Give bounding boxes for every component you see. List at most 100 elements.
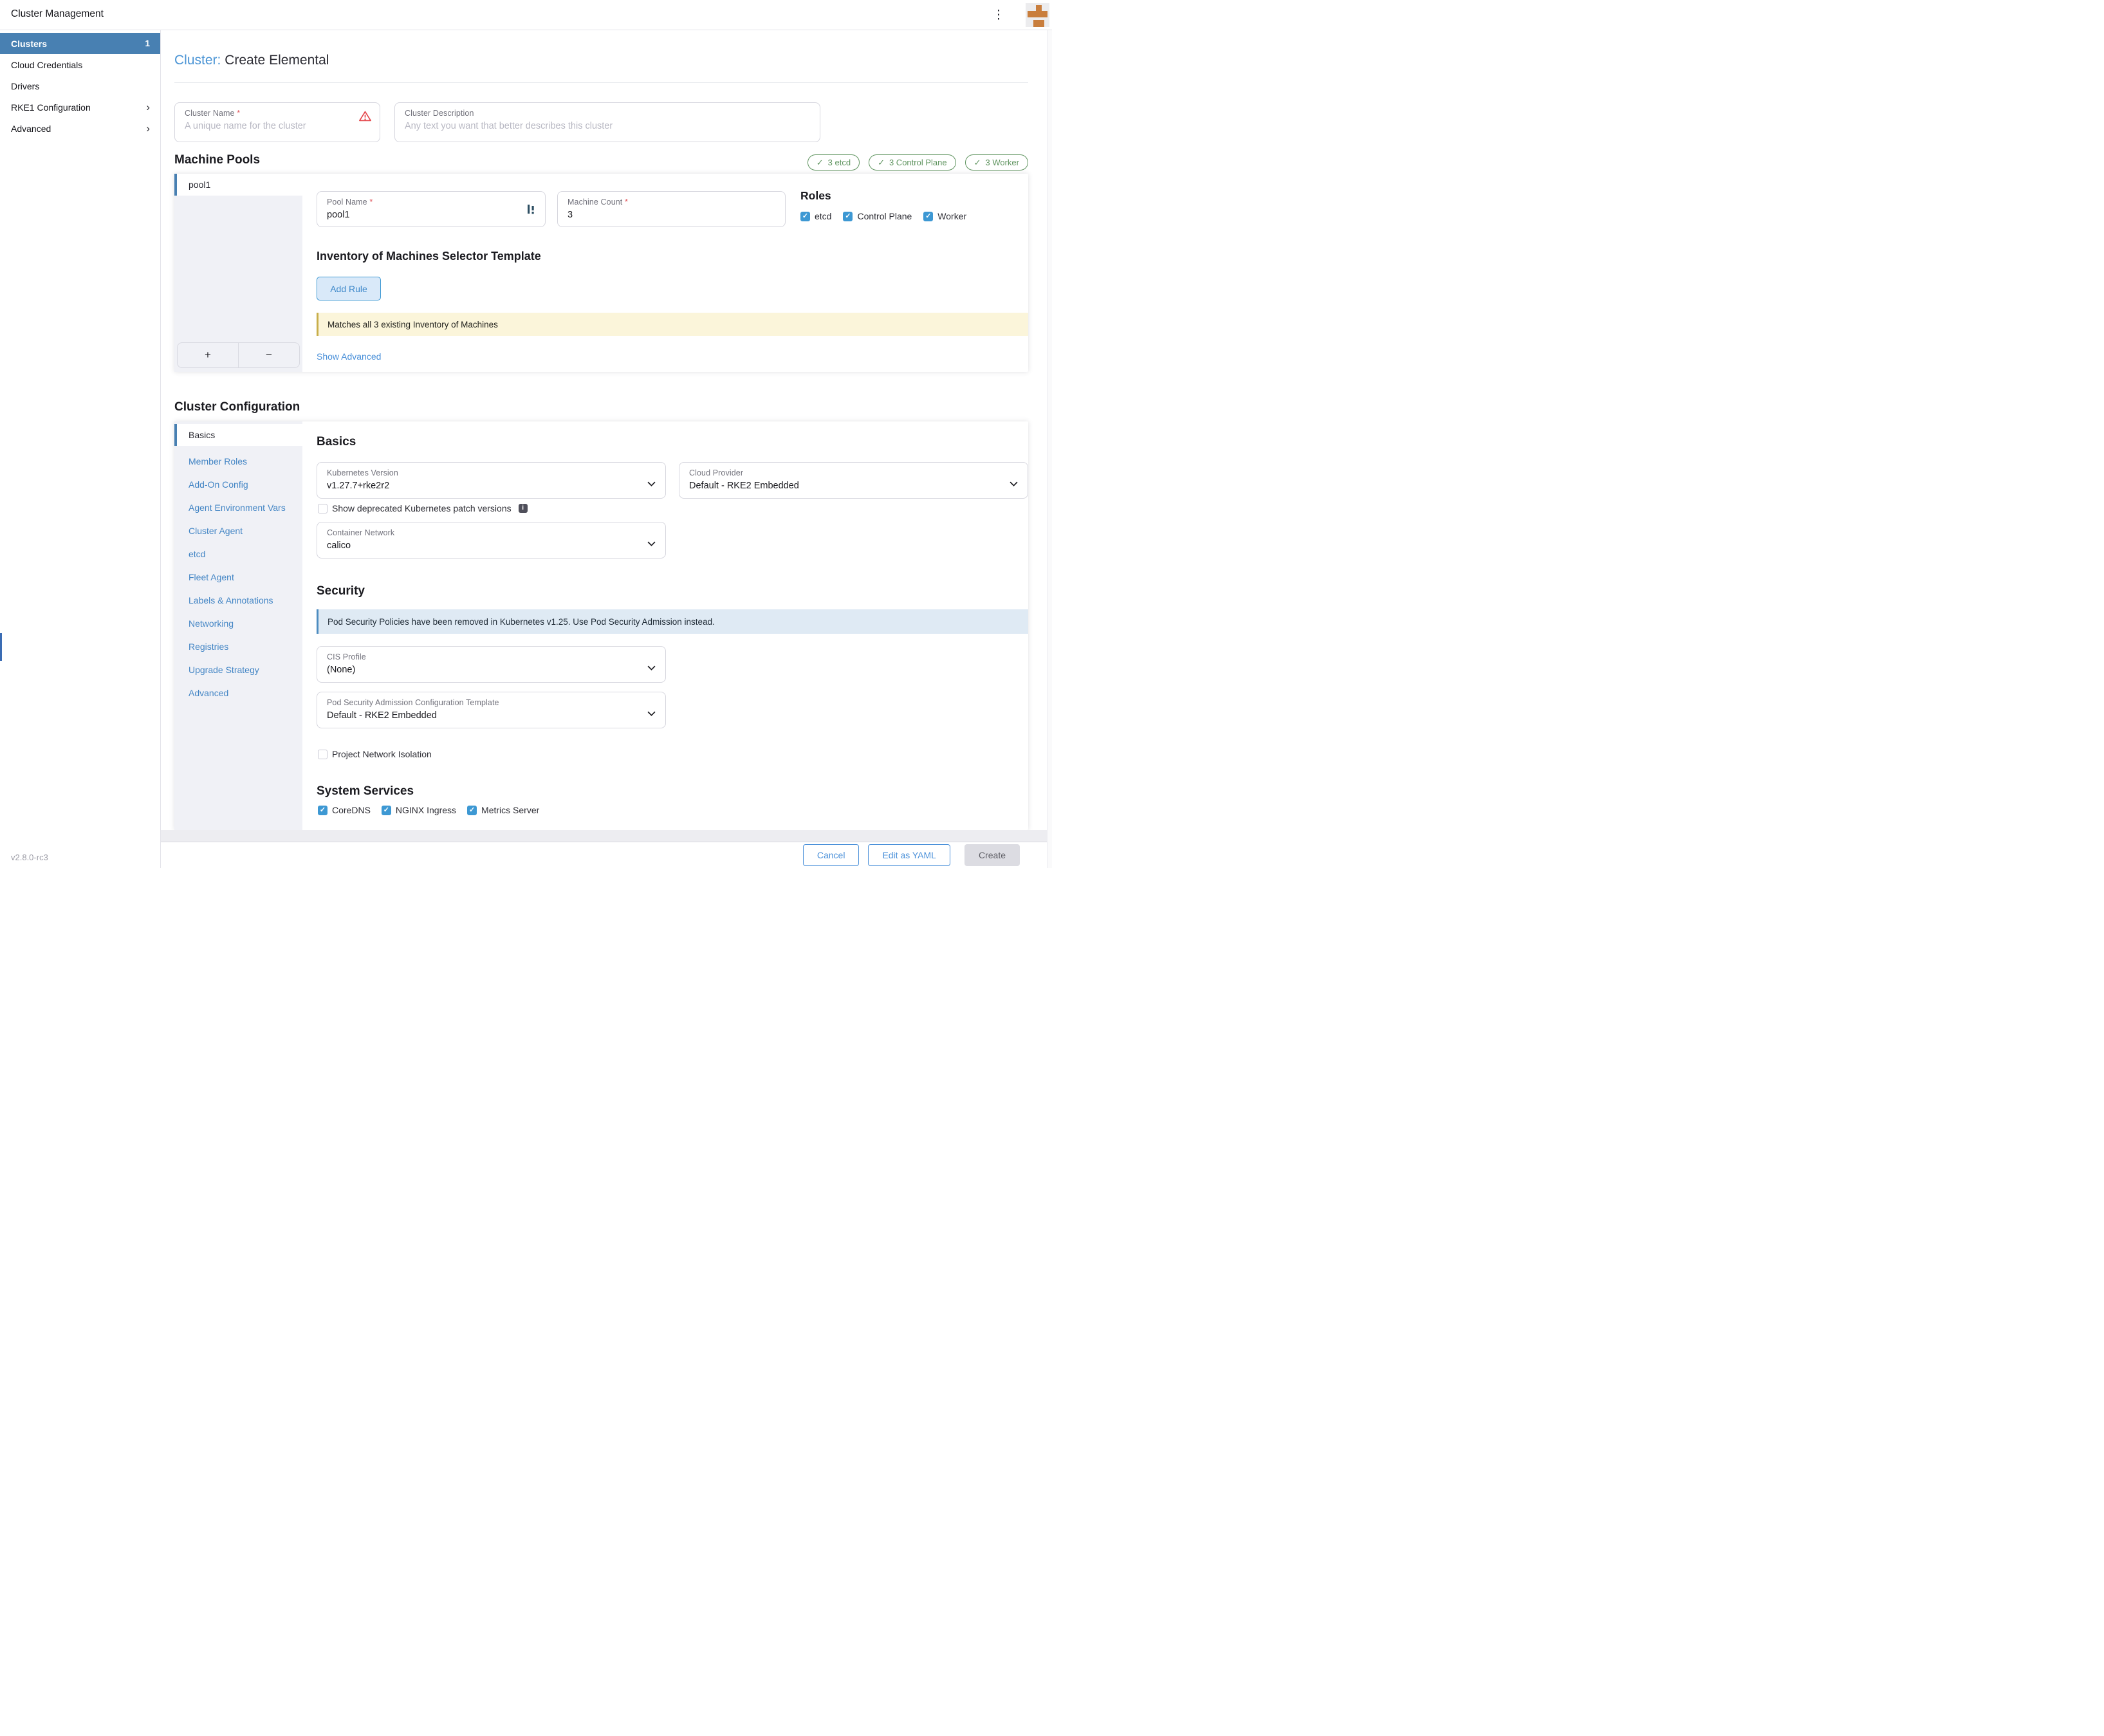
- edit-as-yaml-button[interactable]: Edit as YAML: [868, 844, 950, 866]
- config-tab-upgrade-strategy[interactable]: Upgrade Strategy: [174, 658, 302, 681]
- roles-checkboxes: etcd Control Plane Worker: [800, 211, 966, 221]
- cluster-name-field: Cluster Name *: [174, 102, 380, 142]
- avatar-shape: [1033, 20, 1044, 27]
- kubernetes-version-select[interactable]: Kubernetes Version v1.27.7+rke2r2: [317, 462, 666, 499]
- chevron-down-icon: [647, 708, 656, 719]
- checkbox-checked-icon[interactable]: [800, 212, 810, 221]
- role-control-plane-checkbox[interactable]: Control Plane: [843, 211, 912, 221]
- config-tab-add-on-config[interactable]: Add-On Config: [174, 473, 302, 496]
- sidebar-item-label: RKE1 Configuration: [11, 102, 91, 113]
- cis-profile-label: CIS Profile: [327, 652, 656, 661]
- config-tab-labels-annotations[interactable]: Labels & Annotations: [174, 589, 302, 612]
- sidebar-item-drivers[interactable]: Drivers: [0, 75, 160, 97]
- app-title: Cluster Management: [11, 8, 104, 20]
- kebab-menu-icon[interactable]: ⋮: [992, 8, 1005, 23]
- kubernetes-version-label: Kubernetes Version: [327, 468, 656, 477]
- sidebar-item-cloud-credentials[interactable]: Cloud Credentials: [0, 54, 160, 75]
- machine-pools-card: pool1 + − Pool Name * Machine Count * Ro…: [174, 174, 1028, 372]
- coredns-checkbox[interactable]: CoreDNS: [318, 805, 371, 815]
- machine-count-field: Machine Count *: [557, 191, 786, 227]
- required-mark: *: [237, 109, 240, 118]
- config-tab-basics[interactable]: Basics: [174, 424, 302, 446]
- system-services-heading: System Services: [317, 784, 414, 799]
- nginx-ingress-checkbox[interactable]: NGINX Ingress: [382, 805, 456, 815]
- config-tab-cluster-agent[interactable]: Cluster Agent: [174, 519, 302, 542]
- matches-banner: Matches all 3 existing Inventory of Mach…: [317, 313, 1028, 336]
- pool-name-input[interactable]: [327, 210, 536, 220]
- metrics-server-checkbox[interactable]: Metrics Server: [467, 805, 539, 815]
- cis-profile-select[interactable]: CIS Profile (None): [317, 646, 666, 683]
- sidebar-item-advanced[interactable]: Advanced ›: [0, 118, 160, 139]
- config-tab-advanced[interactable]: Advanced: [174, 681, 302, 705]
- info-icon[interactable]: i: [519, 504, 528, 513]
- randomize-name-icon[interactable]: [528, 204, 535, 218]
- create-button[interactable]: Create: [964, 844, 1020, 866]
- container-network-select[interactable]: Container Network calico: [317, 522, 666, 559]
- config-tab-fleet-agent[interactable]: Fleet Agent: [174, 566, 302, 589]
- machine-pools-heading: Machine Pools: [174, 153, 260, 167]
- checkbox-checked-icon[interactable]: [467, 806, 477, 815]
- config-tab-registries[interactable]: Registries: [174, 635, 302, 658]
- clusters-count-badge: 1: [145, 39, 150, 48]
- config-tab-etcd[interactable]: etcd: [174, 542, 302, 566]
- avatar-shape: [1028, 11, 1047, 17]
- config-tab-member-roles[interactable]: Member Roles: [174, 450, 302, 473]
- cluster-name-input[interactable]: [185, 121, 371, 131]
- control-plane-count-badge: ✓ 3 Control Plane: [869, 154, 956, 171]
- pool-name-field: Pool Name *: [317, 191, 546, 227]
- checkbox-checked-icon[interactable]: [843, 212, 853, 221]
- pool-name-label: Pool Name *: [327, 198, 536, 207]
- check-icon: ✓: [817, 158, 824, 168]
- psa-template-select[interactable]: Pod Security Admission Configuration Tem…: [317, 692, 666, 728]
- checkbox-checked-icon[interactable]: [382, 806, 391, 815]
- footer-bar: Cancel Edit as YAML Create: [161, 842, 1052, 868]
- avatar[interactable]: [1026, 3, 1049, 27]
- config-tab-networking[interactable]: Networking: [174, 612, 302, 635]
- check-icon: ✓: [974, 158, 981, 168]
- sidebar-item-rke1-configuration[interactable]: RKE1 Configuration ›: [0, 97, 160, 118]
- system-services-checkboxes: CoreDNS NGINX Ingress Metrics Server: [318, 805, 539, 815]
- cloud-provider-value: Default - RKE2 Embedded: [689, 481, 1019, 491]
- warning-icon: [358, 110, 372, 125]
- chevron-down-icon: [647, 662, 656, 674]
- basics-heading: Basics: [317, 435, 356, 449]
- config-tabs-column: Basics Member Roles Add-On Config Agent …: [174, 421, 302, 830]
- checkbox-unchecked-icon[interactable]: [318, 504, 328, 513]
- psp-removed-banner: Pod Security Policies have been removed …: [317, 609, 1028, 634]
- cluster-description-label: Cluster Description: [405, 109, 811, 118]
- psa-template-value: Default - RKE2 Embedded: [327, 710, 656, 721]
- role-worker-checkbox[interactable]: Worker: [923, 211, 966, 221]
- container-network-label: Container Network: [327, 528, 656, 537]
- cloud-provider-select[interactable]: Cloud Provider Default - RKE2 Embedded: [679, 462, 1028, 499]
- checkbox-unchecked-icon[interactable]: [318, 750, 328, 759]
- chevron-right-icon: ›: [146, 102, 150, 113]
- checkbox-checked-icon[interactable]: [923, 212, 933, 221]
- sidebar-item-clusters[interactable]: Clusters 1: [0, 33, 160, 54]
- remove-pool-button[interactable]: −: [239, 343, 299, 367]
- role-etcd-checkbox[interactable]: etcd: [800, 211, 831, 221]
- pool-tab-pool1[interactable]: pool1: [174, 174, 302, 196]
- machine-count-input[interactable]: [568, 210, 776, 220]
- cluster-description-field: Cluster Description: [394, 102, 820, 142]
- etcd-count-badge: ✓ 3 etcd: [807, 154, 860, 171]
- show-deprecated-checkbox[interactable]: Show deprecated Kubernetes patch version…: [318, 503, 528, 513]
- top-bar: Cluster Management ⋮: [0, 0, 1052, 30]
- add-pool-button[interactable]: +: [178, 343, 239, 367]
- cluster-name-label: Cluster Name *: [185, 109, 371, 118]
- checkbox-checked-icon[interactable]: [318, 806, 328, 815]
- cluster-description-input[interactable]: [405, 121, 811, 131]
- project-network-isolation-checkbox[interactable]: Project Network Isolation: [318, 749, 432, 759]
- cancel-button[interactable]: Cancel: [803, 844, 860, 866]
- edge-indicator: [0, 633, 2, 661]
- scrollbar[interactable]: [1047, 30, 1052, 868]
- show-advanced-link[interactable]: Show Advanced: [317, 351, 381, 362]
- chevron-down-icon: [647, 478, 656, 490]
- add-rule-button[interactable]: Add Rule: [317, 277, 381, 300]
- machine-count-label: Machine Count *: [568, 198, 776, 207]
- container-network-value: calico: [327, 540, 656, 551]
- cluster-configuration-card: Basics Member Roles Add-On Config Agent …: [174, 421, 1028, 830]
- sidebar-item-label: Cloud Credentials: [11, 60, 82, 70]
- worker-count-badge: ✓ 3 Worker: [965, 154, 1028, 171]
- selector-template-heading: Inventory of Machines Selector Template: [317, 250, 541, 263]
- config-tab-agent-environment-vars[interactable]: Agent Environment Vars: [174, 496, 302, 519]
